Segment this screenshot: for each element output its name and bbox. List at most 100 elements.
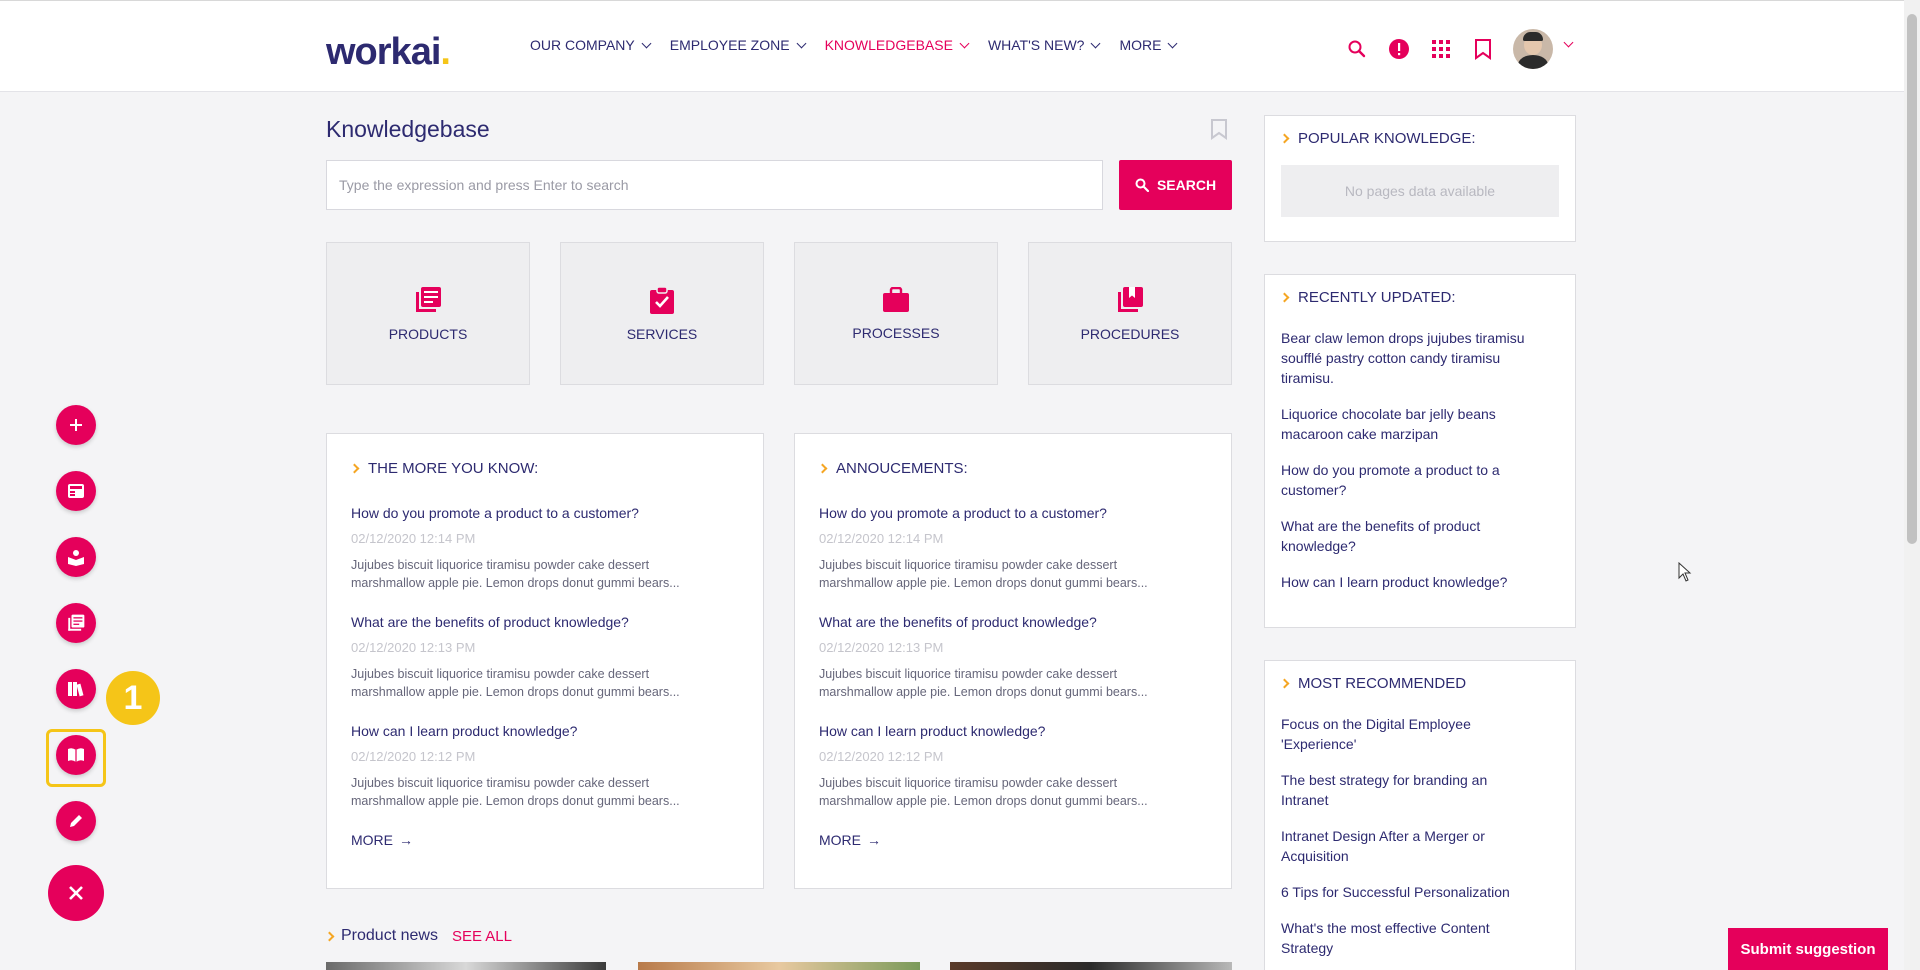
bookmarks-stack-icon xyxy=(1118,286,1143,312)
product-news-header: Product news SEE ALL xyxy=(324,927,512,945)
chevron-down-icon xyxy=(641,38,652,48)
nav-knowledgebase[interactable]: KNOWLEDGEBASE xyxy=(825,37,970,53)
mouse-cursor-icon xyxy=(1678,561,1692,587)
briefcase-icon xyxy=(883,286,909,312)
category-tiles: PRODUCTS SERVICES PROCESSES PROCEDURES xyxy=(326,242,1232,385)
step-badge: 1 xyxy=(106,671,160,725)
see-all-link[interactable]: SEE ALL xyxy=(452,928,512,945)
search-button[interactable]: SEARCH xyxy=(1119,160,1232,210)
more-link[interactable]: MORE → xyxy=(351,832,739,848)
chevron-right-icon xyxy=(349,463,360,474)
tile-products[interactable]: PRODUCTS xyxy=(326,242,530,385)
list-item[interactable]: How do you promote a product to a custome… xyxy=(1281,460,1559,500)
search-icon[interactable] xyxy=(1345,37,1369,61)
nav-whats-new[interactable]: WHAT'S NEW? xyxy=(988,37,1101,53)
section-title: Product news xyxy=(341,927,438,944)
article-date: 02/12/2020 12:12 PM xyxy=(819,749,944,764)
nav-more[interactable]: MORE xyxy=(1119,37,1178,53)
article-title[interactable]: How can I learn product knowledge? xyxy=(819,723,1207,739)
announcements-card: ANNOUCEMENTS: How do you promote a produ… xyxy=(794,433,1232,889)
article-excerpt: Jujubes biscuit liquorice tiramisu powde… xyxy=(351,558,680,590)
learning-button[interactable] xyxy=(56,537,96,577)
user-menu[interactable] xyxy=(1513,29,1574,69)
nav-our-company[interactable]: OUR COMPANY xyxy=(530,37,652,53)
chevron-down-icon xyxy=(959,38,970,48)
books-button[interactable] xyxy=(56,669,96,709)
list-item[interactable]: Intranet Design After a Merger or Acquisi… xyxy=(1281,826,1559,866)
chevron-down-icon xyxy=(796,38,807,48)
card-title: ANNOUCEMENTS: xyxy=(836,460,968,477)
article-excerpt: Jujubes biscuit liquorice tiramisu powde… xyxy=(819,776,1148,808)
list-item[interactable]: How can I learn product knowledge? xyxy=(1281,572,1559,592)
library-books-icon xyxy=(416,286,441,312)
list-item[interactable]: The best strategy for branding an Intrane… xyxy=(1281,770,1559,810)
arrow-right-icon: → xyxy=(399,832,413,848)
scroll-thumb[interactable] xyxy=(1907,14,1917,544)
card-title: RECENTLY UPDATED: xyxy=(1298,289,1456,306)
knowledgebase-button[interactable] xyxy=(56,735,96,775)
article-title[interactable]: What are the benefits of product knowled… xyxy=(819,614,1207,630)
header-actions xyxy=(1345,29,1574,69)
list-item[interactable]: 6 Tips for Successful Personalization xyxy=(1281,882,1559,902)
news-button[interactable] xyxy=(56,471,96,511)
article-excerpt: Jujubes biscuit liquorice tiramisu powde… xyxy=(819,558,1148,590)
more-link[interactable]: MORE → xyxy=(819,832,1207,848)
article-title[interactable]: What are the benefits of product knowled… xyxy=(351,614,739,630)
list-item: How can I learn product knowledge? 02/12… xyxy=(819,723,1207,810)
tile-processes[interactable]: PROCESSES xyxy=(794,242,998,385)
open-book-icon xyxy=(68,748,84,762)
tile-procedures[interactable]: PROCEDURES xyxy=(1028,242,1232,385)
tile-services[interactable]: SERVICES xyxy=(560,242,764,385)
article-title[interactable]: How can I learn product knowledge? xyxy=(351,723,739,739)
list-item: What are the benefits of product knowled… xyxy=(819,614,1207,701)
search-icon xyxy=(1135,178,1149,192)
apps-grid-icon[interactable] xyxy=(1429,37,1453,61)
library-button[interactable] xyxy=(56,603,96,643)
add-button[interactable] xyxy=(56,405,96,445)
article-date: 02/12/2020 12:12 PM xyxy=(351,749,476,764)
chevron-right-icon xyxy=(1279,292,1290,303)
list-item[interactable]: Bear claw lemon drops jujubes tiramisu so… xyxy=(1281,328,1559,388)
list-item[interactable]: Focus on the Digital Employee 'Experience… xyxy=(1281,714,1559,754)
card-title: POPULAR KNOWLEDGE: xyxy=(1298,130,1476,147)
article-date: 02/12/2020 12:13 PM xyxy=(351,640,476,655)
most-recommended-card: MOST RECOMMENDED Focus on the Digital Em… xyxy=(1264,660,1576,970)
chevron-down-icon xyxy=(1563,37,1574,47)
recommended-list: Focus on the Digital Employee 'Experience… xyxy=(1281,714,1559,958)
bookmark-icon[interactable] xyxy=(1210,118,1228,145)
pencil-icon xyxy=(70,815,82,827)
article-date: 02/12/2020 12:14 PM xyxy=(819,531,944,546)
nav-employee-zone[interactable]: EMPLOYEE ZONE xyxy=(670,37,807,53)
library-books-icon xyxy=(68,614,85,631)
article-title[interactable]: How do you promote a product to a custom… xyxy=(351,505,739,521)
list-item: How can I learn product knowledge? 02/12… xyxy=(351,723,739,810)
card-title: MOST RECOMMENDED xyxy=(1298,675,1467,692)
top-header: workai. OUR COMPANY EMPLOYEE ZONE KNOWLE… xyxy=(0,0,1904,92)
list-item[interactable]: What are the benefits of product knowledg… xyxy=(1281,516,1559,556)
bookmark-icon[interactable] xyxy=(1471,37,1495,61)
scrollbar[interactable] xyxy=(1904,0,1920,970)
list-item[interactable]: Liquorice chocolate bar jelly beans macar… xyxy=(1281,404,1559,444)
page-title: Knowledgebase xyxy=(326,116,490,142)
edit-button[interactable] xyxy=(56,801,96,841)
main-nav: OUR COMPANY EMPLOYEE ZONE KNOWLEDGEBASE … xyxy=(530,37,1178,53)
close-menu-button[interactable] xyxy=(48,865,104,921)
search-input[interactable] xyxy=(326,160,1103,210)
article-title[interactable]: How do you promote a product to a custom… xyxy=(819,505,1207,521)
alert-icon[interactable] xyxy=(1387,37,1411,61)
news-thumbnail[interactable] xyxy=(950,962,1232,970)
list-item[interactable]: What's the most effective Content Strateg… xyxy=(1281,918,1559,958)
article-excerpt: Jujubes biscuit liquorice tiramisu powde… xyxy=(819,667,1148,699)
submit-suggestion-button[interactable]: Submit suggestion xyxy=(1728,928,1888,970)
workai-logo[interactable]: workai. xyxy=(326,31,451,74)
books-shelf-icon xyxy=(68,682,84,697)
chevron-right-icon xyxy=(817,463,828,474)
article-excerpt: Jujubes biscuit liquorice tiramisu powde… xyxy=(351,776,680,808)
avatar[interactable] xyxy=(1513,29,1553,69)
recent-list: Bear claw lemon drops jujubes tiramisu so… xyxy=(1281,328,1559,592)
empty-state: No pages data available xyxy=(1281,165,1559,217)
plus-icon xyxy=(70,419,82,431)
news-thumbnail[interactable] xyxy=(326,962,606,970)
list-item: What are the benefits of product knowled… xyxy=(351,614,739,701)
news-thumbnail[interactable] xyxy=(638,962,920,970)
